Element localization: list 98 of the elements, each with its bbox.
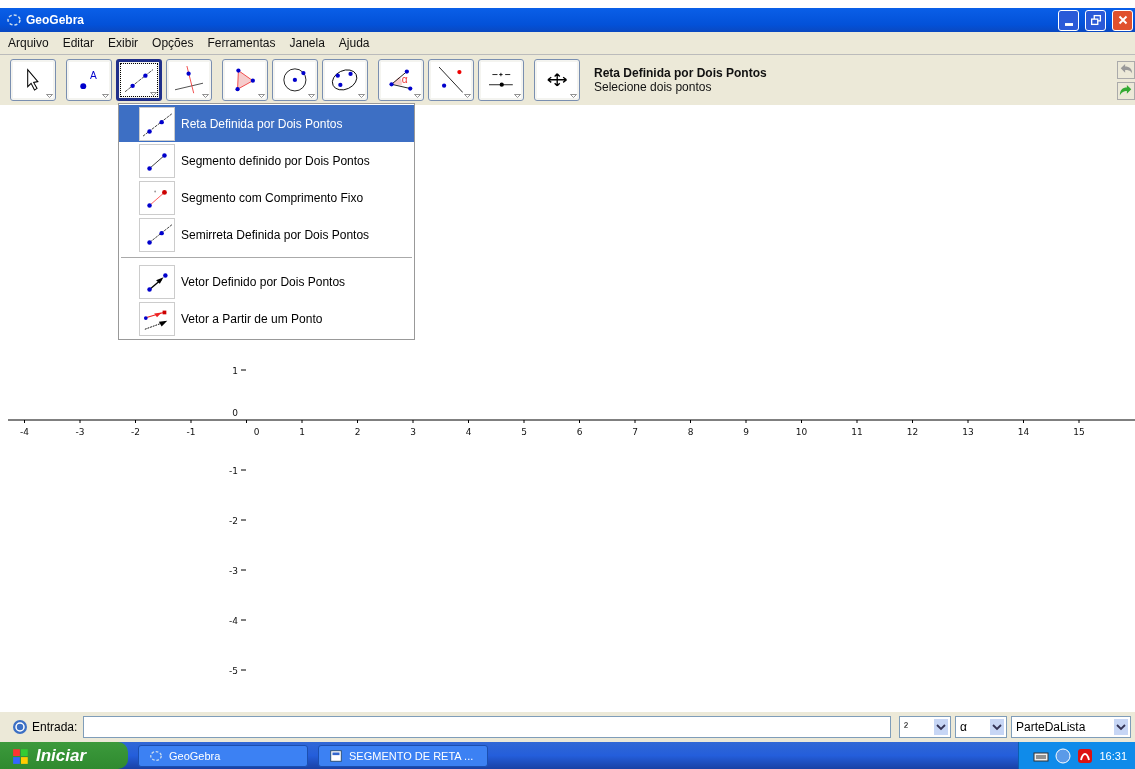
tool-hint: Selecione dois pontos (594, 80, 713, 94)
axis-label: -3 (75, 427, 85, 437)
app-icon (6, 12, 22, 28)
tool-name: Reta Definida por Dois Pontos (594, 66, 767, 80)
input-field[interactable] (83, 716, 891, 738)
restore-button[interactable] (1085, 9, 1106, 31)
tool-button[interactable] (534, 59, 580, 101)
axis-label: -5 (229, 666, 238, 676)
axis-label: -2 (131, 427, 140, 437)
axis-label: -1 (229, 466, 238, 476)
caret-icon (464, 94, 471, 98)
menu-item-label: Reta Definida por Dois Pontos (181, 116, 343, 131)
axis-label: 9 (743, 427, 749, 437)
menu-item[interactable]: Opções (152, 36, 194, 50)
document-icon (329, 748, 343, 763)
tool-button[interactable] (116, 59, 162, 101)
caret-icon (358, 94, 365, 98)
menu-item[interactable]: Janela (289, 36, 325, 50)
axis-label: -4 (20, 427, 29, 437)
close-button[interactable] (1112, 9, 1133, 31)
tool-button[interactable] (322, 59, 368, 101)
line-icon (124, 67, 154, 93)
axis-label: 8 (687, 427, 694, 437)
axis-label: 11 (851, 427, 863, 437)
circle-icon (283, 68, 307, 92)
menu-item-label: Segmento com Comprimento Fixo (181, 190, 364, 205)
axis-label: 0 (232, 408, 238, 418)
axis-label: 1 (299, 427, 305, 437)
minimize-button[interactable] (1058, 9, 1079, 31)
menu-item[interactable]: Editar (62, 36, 95, 50)
menu-item-label: Vetor a Partir de um Ponto (181, 311, 323, 326)
menu-item[interactable]: Segmento definido por Dois Pontos (119, 142, 414, 179)
caret-icon (102, 94, 109, 98)
reflection-icon (439, 67, 463, 93)
axis-label: 14 (1017, 427, 1030, 437)
caret-icon (46, 94, 53, 98)
axis-label: 7 (632, 427, 638, 437)
axis-label: 13 (962, 427, 974, 437)
tool-button[interactable] (272, 59, 318, 101)
greek-dropdown[interactable]: α (955, 716, 1007, 738)
clock: 16:31 (1099, 749, 1127, 762)
caret-icon (202, 94, 209, 98)
tool-button[interactable] (10, 59, 56, 101)
axis-label: -3 (229, 566, 238, 576)
tool-button[interactable]: A (66, 59, 112, 101)
window-title: GeoGebra (26, 13, 85, 27)
axis-label: 12 (906, 427, 919, 437)
axis-label: -4 (229, 616, 238, 626)
help-icon[interactable] (12, 719, 28, 735)
ellipse-icon (331, 68, 359, 92)
caret-icon (308, 94, 315, 98)
menu-item-label: Segmento definido por Dois Pontos (181, 153, 370, 168)
taskbar-button[interactable]: GeoGebra (138, 744, 308, 767)
axis-label: -1 (186, 427, 196, 437)
menu-item[interactable]: Semirreta Definida por Dois Pontos (119, 216, 414, 253)
menu-item[interactable]: Ajuda (338, 36, 370, 50)
axis-label: 1 (232, 366, 238, 376)
symbol-dropdown[interactable]: ² (899, 716, 951, 738)
menu-item[interactable]: Vetor Definido por Dois Pontos (119, 263, 414, 300)
input-label: Entrada: (32, 720, 78, 734)
axis-label: -2 (229, 516, 238, 526)
move-arrows-icon (546, 73, 568, 87)
caret-icon (414, 94, 421, 98)
axis-label: 15 (1073, 427, 1085, 437)
restore-icon (1088, 13, 1103, 27)
caret-icon (150, 92, 157, 96)
axis-label: 3 (410, 427, 416, 437)
menu-item[interactable]: Vetor a Partir de um Ponto (119, 300, 414, 337)
triangle-icon (234, 68, 256, 92)
tool-button[interactable] (478, 59, 524, 101)
tool-button[interactable]: α (378, 59, 424, 101)
caret-icon (514, 94, 521, 98)
minimize-icon (1064, 22, 1073, 26)
menu-item[interactable]: Ferramentas (207, 36, 276, 50)
axis-label: 0 (253, 427, 260, 437)
caret-icon (258, 94, 265, 98)
menu-item[interactable]: Arquivo (8, 36, 49, 50)
command-dropdown[interactable]: ParteDaLista (1011, 716, 1131, 738)
perpendicular-line-icon (174, 66, 204, 94)
reader-icon[interactable] (1077, 747, 1094, 764)
taskbar-button[interactable]: SEGMENTO DE RETA ... (318, 744, 488, 767)
axis-label: 4 (465, 427, 472, 437)
slider-icon (489, 72, 513, 88)
axis-label: 5 (521, 427, 527, 437)
app-icon (149, 748, 163, 763)
menu-item[interactable]: Exibir (108, 36, 139, 50)
caret-icon (570, 94, 577, 98)
menu-item[interactable]: Reta Definida por Dois Pontos (119, 105, 414, 142)
axis-label: 6 (576, 427, 583, 437)
cursor-icon (26, 68, 40, 92)
windows-logo-icon (12, 746, 30, 765)
menu-item[interactable]: Segmento com Comprimento Fixo (119, 179, 414, 216)
menu-item-label: Semirreta Definida por Dois Pontos (181, 227, 370, 242)
start-button[interactable]: Iniciar (0, 742, 128, 769)
axis-label: 2 (354, 427, 361, 437)
axis-label: 10 (795, 427, 808, 437)
globe-icon[interactable] (1055, 747, 1072, 764)
menu-item-label: Vetor Definido por Dois Pontos (181, 274, 346, 289)
